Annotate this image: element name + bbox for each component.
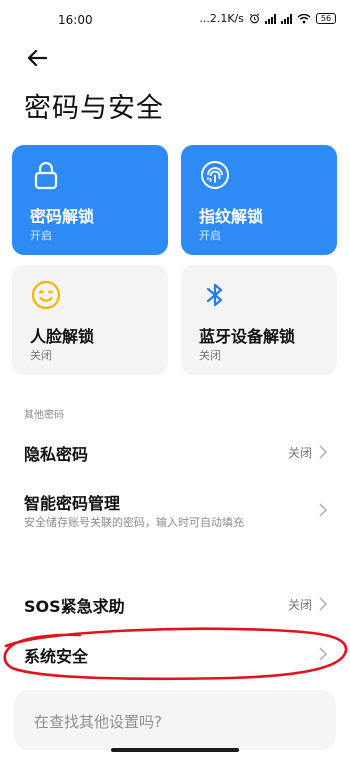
card-status: 开启 <box>199 229 221 242</box>
card-title: 指纹解锁 <box>199 207 264 226</box>
item-title: 隐私密码 <box>24 445 89 464</box>
card-face-unlock[interactable]: 人脸解锁 关闭 <box>12 265 168 375</box>
chevron-right-icon <box>319 647 328 661</box>
chevron-right-icon <box>319 597 328 611</box>
card-bluetooth-unlock[interactable]: 蓝牙设备解锁 关闭 <box>181 265 337 375</box>
card-status: 关闭 <box>199 349 221 362</box>
status-icons: ...2.1K/s 56 <box>199 12 336 25</box>
bluetooth-icon <box>206 283 223 307</box>
fingerprint-icon <box>201 161 229 189</box>
face-icon <box>31 280 61 310</box>
card-title: 人脸解锁 <box>30 327 95 346</box>
back-arrow-icon[interactable] <box>24 44 52 72</box>
signal-icon <box>265 13 276 24</box>
item-title: 系统安全 <box>24 647 89 666</box>
wifi-icon <box>297 13 311 24</box>
lock-icon <box>34 161 58 190</box>
chevron-right-icon <box>319 503 328 517</box>
list-item-privacy-password[interactable]: 隐私密码 关闭 <box>0 430 350 474</box>
home-indicator[interactable] <box>111 748 239 752</box>
item-subtitle: 安全储存账号关联的密码，输入时可自动填充 <box>24 516 244 529</box>
item-title: SOS紧急求助 <box>24 597 125 616</box>
page-title: 密码与安全 <box>24 93 164 124</box>
signal-icon <box>281 13 292 24</box>
card-password-unlock[interactable]: 密码解锁 开启 <box>12 145 168 255</box>
list-item-smart-password-manager[interactable]: 智能密码管理 安全储存账号关联的密码，输入时可自动填充 <box>0 484 350 534</box>
card-status: 关闭 <box>30 349 52 362</box>
status-bar: 16:00 ...2.1K/s 56 <box>0 0 350 40</box>
item-title: 智能密码管理 <box>24 494 121 513</box>
item-value: 关闭 <box>287 598 312 612</box>
card-fingerprint-unlock[interactable]: 指纹解锁 开启 <box>181 145 337 255</box>
list-item-system-security[interactable]: 系统安全 <box>0 632 350 676</box>
section-label-other-passwords: 其他密码 <box>24 410 64 421</box>
search-settings-card[interactable]: 在查找其他设置吗? <box>14 690 336 750</box>
item-value: 关闭 <box>287 446 312 460</box>
network-speed: ...2.1K/s <box>199 12 244 25</box>
list-item-sos[interactable]: SOS紧急求助 关闭 <box>0 582 350 626</box>
search-prompt-text: 在查找其他设置吗? <box>34 713 162 731</box>
card-title: 密码解锁 <box>30 207 95 226</box>
battery-icon: 56 <box>316 13 336 24</box>
card-title: 蓝牙设备解锁 <box>199 327 296 346</box>
alarm-icon <box>249 13 260 24</box>
chevron-right-icon <box>319 445 328 459</box>
card-status: 开启 <box>30 229 52 242</box>
status-time: 16:00 <box>58 13 93 27</box>
